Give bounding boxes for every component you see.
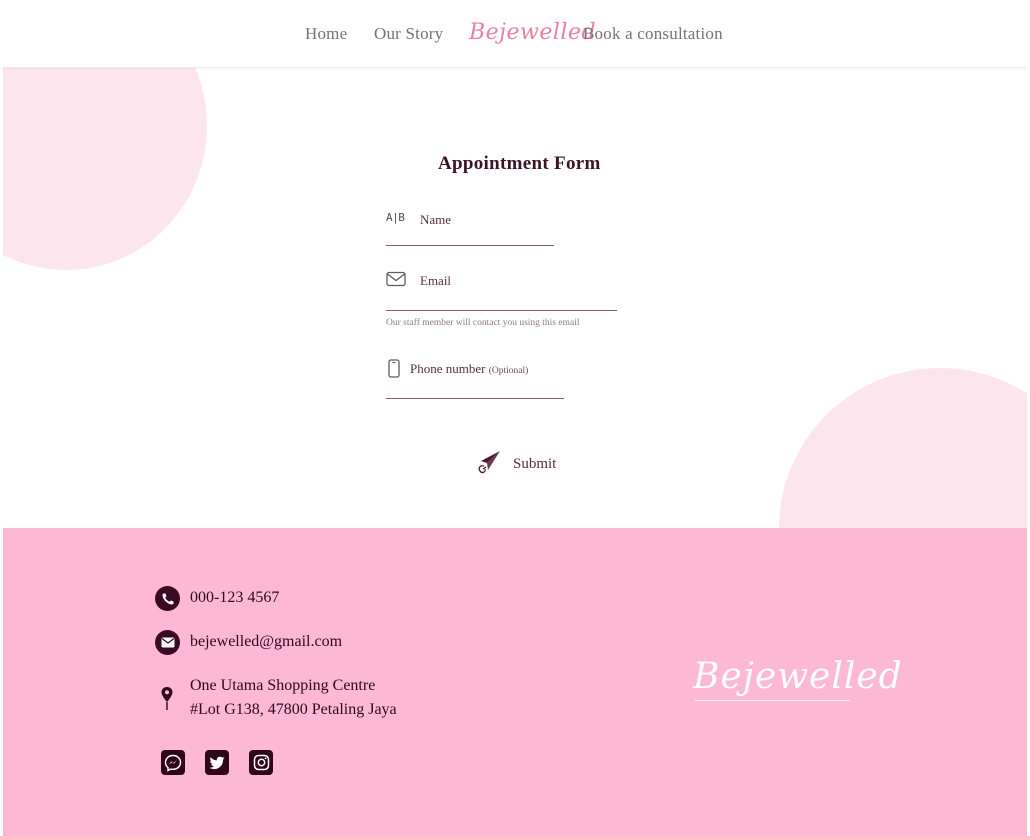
- footer-email-text[interactable]: bejewelled@gmail.com: [190, 630, 342, 654]
- phone-underline: [386, 398, 564, 399]
- mobile-phone-icon: [388, 359, 400, 383]
- nav-logo[interactable]: Bejewelled: [469, 20, 596, 45]
- footer: 000-123 4567 bejewelled@gmail.com One Ut…: [3, 528, 1027, 836]
- nav-home-link[interactable]: Home: [305, 24, 347, 44]
- phone-field[interactable]: Phone number (Optional): [386, 358, 566, 400]
- name-underline: [386, 245, 554, 246]
- submit-button[interactable]: Submit: [476, 450, 576, 478]
- email-underline: [386, 310, 617, 311]
- messenger-icon[interactable]: [161, 750, 185, 775]
- footer-logo-underline: [695, 700, 850, 701]
- envelope-icon: [386, 271, 406, 292]
- footer-phone-text[interactable]: 000-123 4567: [190, 586, 279, 610]
- twitter-icon[interactable]: [205, 750, 229, 775]
- phone-label: Phone number (Optional): [410, 361, 528, 377]
- phone-label-text: Phone number: [410, 361, 486, 376]
- nav-our-story-link[interactable]: Our Story: [374, 24, 443, 44]
- phone-icon: [155, 586, 180, 611]
- nav-book-consultation-link[interactable]: Book a consultation: [583, 24, 723, 44]
- form-title: Appointment Form: [438, 153, 601, 174]
- name-label: Name: [420, 212, 452, 227]
- address-line-2: #Lot G138, 47800 Petaling Jaya: [190, 701, 397, 718]
- email-label: Email: [420, 273, 452, 288]
- phone-optional-tag: (Optional): [488, 366, 529, 376]
- email-field[interactable]: Email Our staff member will contact you …: [386, 270, 618, 332]
- address-line-1: One Utama Shopping Centre: [190, 677, 376, 694]
- footer-logo[interactable]: Bejewelled: [693, 656, 903, 697]
- footer-address-text: One Utama Shopping Centre #Lot G138, 4780…: [190, 674, 397, 722]
- paper-plane-icon: [476, 450, 502, 481]
- top-navigation: Home Our Story Bejewelled Book a consult…: [3, 0, 1027, 68]
- name-field[interactable]: A|B Name: [386, 208, 556, 248]
- text-field-icon: A|B: [386, 211, 405, 224]
- submit-label: Submit: [513, 456, 557, 472]
- email-hint: Our staff member will contact you using …: [386, 318, 580, 328]
- instagram-icon[interactable]: [249, 750, 273, 775]
- mail-icon: [155, 630, 180, 655]
- location-pin-icon: [160, 686, 174, 717]
- page: Home Our Story Bejewelled Book a consult…: [3, 0, 1027, 836]
